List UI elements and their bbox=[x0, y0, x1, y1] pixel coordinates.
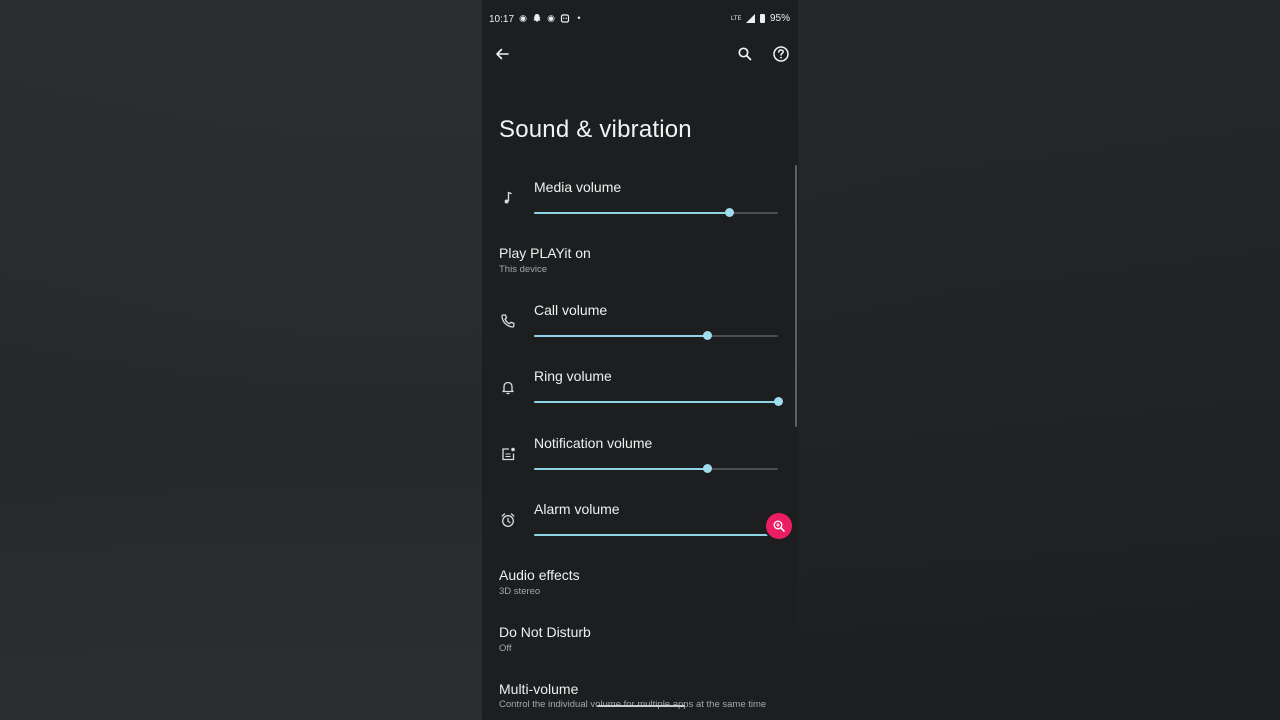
search-button[interactable] bbox=[731, 40, 759, 68]
screen-record-icon: ◉ bbox=[547, 13, 555, 23]
audio-effects-label: Audio effects bbox=[499, 567, 580, 583]
media-volume-label: Media volume bbox=[534, 179, 622, 195]
multi-volume-label: Multi-volume bbox=[499, 681, 579, 697]
call-volume-row: Call volume bbox=[482, 295, 798, 351]
home-indicator[interactable] bbox=[597, 705, 685, 707]
ring-volume-slider[interactable] bbox=[534, 396, 783, 408]
call-volume-label: Call volume bbox=[534, 302, 608, 318]
search-icon bbox=[738, 47, 752, 61]
screen-record-icon: ◉ bbox=[519, 13, 527, 23]
toolbar bbox=[482, 38, 798, 72]
do-not-disturb-value: Off bbox=[499, 643, 512, 654]
notification-icon bbox=[499, 445, 517, 463]
help-button[interactable] bbox=[767, 40, 795, 68]
audio-effects-row[interactable]: Audio effects 3D stereo bbox=[482, 562, 798, 606]
background-right bbox=[798, 0, 1280, 720]
notification-icons: ◉ ◉ • bbox=[518, 13, 584, 23]
phone-screen: 10:17 ◉ ◉ • LTE 95% Sound & vibration Me… bbox=[482, 0, 798, 720]
notification-volume-label: Notification volume bbox=[534, 435, 653, 451]
notification-volume-row: Notification volume bbox=[482, 428, 798, 484]
media-volume-slider[interactable] bbox=[534, 207, 778, 219]
status-bar: 10:17 ◉ ◉ • LTE 95% bbox=[482, 0, 798, 38]
bell-icon bbox=[499, 378, 517, 396]
do-not-disturb-row[interactable]: Do Not Disturb Off bbox=[482, 619, 798, 663]
alarm-volume-label: Alarm volume bbox=[534, 501, 620, 517]
music-note-icon bbox=[499, 189, 517, 207]
status-right: LTE 95% bbox=[731, 13, 790, 24]
battery-icon bbox=[759, 14, 765, 23]
multi-volume-row[interactable]: Multi-volume Control the individual volu… bbox=[482, 675, 798, 720]
slider-thumb[interactable] bbox=[725, 208, 735, 217]
alarm-volume-slider[interactable] bbox=[534, 529, 783, 541]
battery-percent: 95% bbox=[769, 13, 790, 24]
slider-thumb[interactable] bbox=[774, 397, 783, 406]
alarm-volume-row: Alarm volume bbox=[482, 494, 798, 550]
call-volume-slider[interactable] bbox=[534, 330, 778, 342]
do-not-disturb-label: Do Not Disturb bbox=[499, 624, 591, 640]
arrow-left-icon bbox=[496, 48, 509, 60]
ring-volume-row: Ring volume bbox=[482, 361, 798, 417]
slider-fill bbox=[534, 335, 708, 337]
slider-fill bbox=[534, 401, 778, 403]
page-title: Sound & vibration bbox=[499, 116, 692, 143]
audio-effects-value: 3D stereo bbox=[499, 586, 541, 597]
play-on-row[interactable]: Play PLAYit on This device bbox=[482, 240, 798, 284]
notification-volume-slider[interactable] bbox=[534, 463, 778, 475]
phone-icon bbox=[499, 312, 517, 330]
help-circle-icon bbox=[773, 46, 789, 62]
slider-thumb[interactable] bbox=[703, 331, 713, 340]
background-left bbox=[0, 0, 482, 720]
back-button[interactable] bbox=[488, 40, 516, 68]
media-volume-row: Media volume bbox=[482, 172, 798, 228]
network-label: LTE bbox=[730, 15, 742, 22]
slider-fill bbox=[534, 534, 778, 536]
snapchat-icon bbox=[532, 13, 542, 23]
zoom-fab-button[interactable] bbox=[766, 513, 792, 539]
slider-thumb[interactable] bbox=[703, 464, 713, 473]
status-time: 10:17 bbox=[489, 14, 515, 25]
slider-fill bbox=[534, 212, 730, 214]
ring-volume-label: Ring volume bbox=[534, 368, 612, 384]
zoom-in-icon bbox=[773, 520, 785, 532]
slider-fill bbox=[534, 468, 708, 470]
play-on-label: Play PLAYit on bbox=[499, 245, 591, 261]
alarm-app-icon bbox=[560, 13, 570, 23]
signal-icon bbox=[745, 14, 755, 23]
dot-icon: • bbox=[577, 13, 581, 23]
play-on-value: This device bbox=[499, 264, 548, 275]
alarm-icon bbox=[499, 511, 517, 529]
